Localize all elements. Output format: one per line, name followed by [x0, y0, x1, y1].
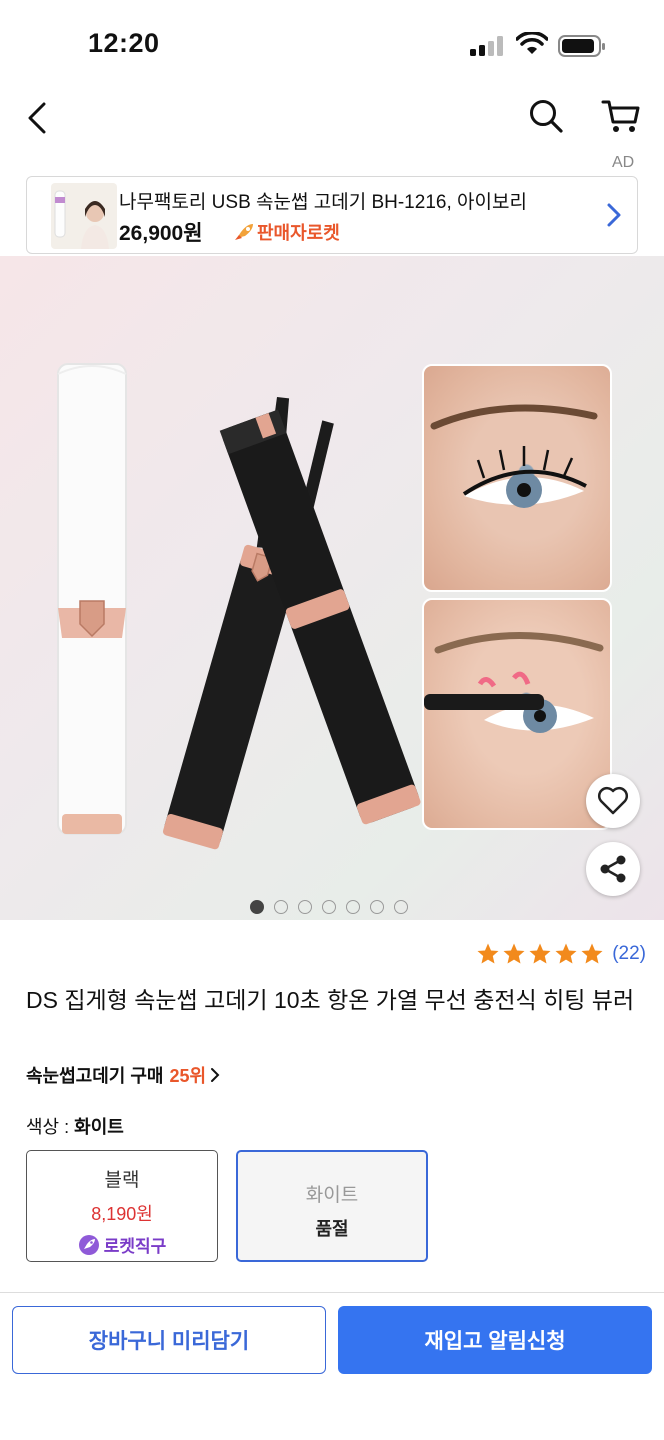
star-icon — [477, 943, 499, 964]
product-image-gallery[interactable] — [0, 256, 664, 920]
gallery-dot[interactable] — [274, 900, 288, 914]
cart-icon[interactable] — [600, 96, 642, 136]
eye-photo-before — [422, 364, 612, 592]
search-icon[interactable] — [526, 96, 566, 136]
share-button[interactable] — [586, 842, 640, 896]
option-black[interactable]: 블랙 8,190원 로켓직구 — [26, 1150, 218, 1262]
option-label-value: 화이트 — [74, 1117, 124, 1137]
ad-badge-label: 판매자로켓 — [257, 223, 340, 243]
option-black-price: 8,190원 — [91, 1204, 153, 1224]
gallery-dot[interactable] — [346, 900, 360, 914]
rank-number: 25위 — [169, 1066, 207, 1086]
chevron-right-icon — [211, 1068, 220, 1082]
star-icon — [555, 943, 577, 964]
gallery-pagination — [250, 900, 408, 914]
divider — [0, 1292, 664, 1293]
ad-title: 나무팩토리 USB 속눈썹 고데기 BH-1216, 아이보리 — [119, 192, 527, 213]
ad-badge: 판매자로켓 — [233, 219, 340, 245]
star-icon — [581, 943, 603, 964]
restock-alert-button[interactable]: 재입고 알림신청 — [338, 1306, 652, 1374]
option-white-status: 품절 — [315, 1219, 349, 1239]
gallery-dot[interactable] — [298, 900, 312, 914]
category-rank-link[interactable]: 속눈썹고데기 구매 25위 — [26, 1062, 220, 1088]
option-white-name: 화이트 — [305, 1185, 359, 1206]
wishlist-button[interactable] — [586, 774, 640, 828]
star-icon — [503, 943, 525, 964]
review-count[interactable]: (22) — [612, 943, 646, 965]
gallery-dot[interactable] — [370, 900, 384, 914]
cellular-signal-icon — [470, 36, 503, 56]
rocket-direct-label: 로켓직구 — [103, 1237, 167, 1256]
status-bar: 12:20 — [0, 0, 664, 90]
option-label: 색상 : 화이트 — [26, 1113, 124, 1139]
rocket-icon — [78, 1234, 99, 1255]
option-label-key: 색상 : — [26, 1117, 70, 1137]
share-icon — [600, 855, 626, 883]
status-time: 12:20 — [88, 28, 160, 58]
gallery-dot[interactable] — [322, 900, 336, 914]
ad-banner[interactable]: 나무팩토리 USB 속눈썹 고데기 BH-1216, 아이보리 26,900원 … — [26, 176, 638, 254]
option-white[interactable]: 화이트 품절 — [236, 1150, 428, 1262]
gallery-dot[interactable] — [394, 900, 408, 914]
top-nav — [0, 90, 664, 154]
gallery-dot[interactable] — [250, 900, 264, 914]
ad-price: 26,900원 — [119, 222, 203, 245]
chevron-right-icon — [607, 203, 621, 227]
option-black-name: 블랙 — [104, 1170, 140, 1191]
wifi-icon — [516, 32, 548, 54]
heart-icon — [597, 786, 629, 815]
rank-label: 속눈썹고데기 구매 — [26, 1066, 164, 1086]
eye-photo-curling — [422, 598, 612, 830]
rocket-icon — [235, 224, 253, 240]
rating-summary[interactable]: (22) — [476, 942, 646, 966]
ad-label: AD — [612, 154, 635, 171]
product-title: DS 집게형 속눈썹 고데기 10초 항온 가열 무선 충전식 히팅 뷰러 — [26, 987, 635, 1013]
back-chevron-icon[interactable] — [20, 98, 54, 138]
battery-icon — [558, 35, 605, 57]
ad-thumbnail — [51, 183, 117, 249]
add-to-cart-button[interactable]: 장바구니 미리담기 — [12, 1306, 326, 1374]
star-icon — [529, 943, 551, 964]
rocket-direct-badge: 로켓직구 — [27, 1232, 217, 1257]
